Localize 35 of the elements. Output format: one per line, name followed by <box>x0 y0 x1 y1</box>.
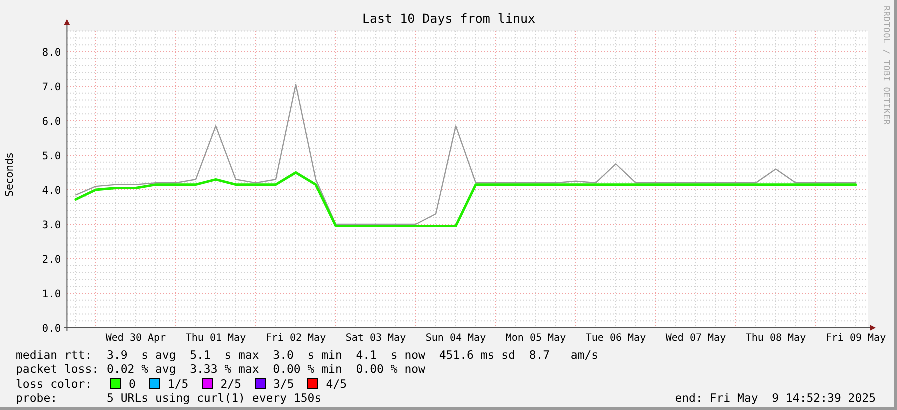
legend-label: loss color: <box>16 376 94 391</box>
y-tick-label: 6.0 <box>42 116 62 128</box>
x-tick-label: Sat 03 May <box>346 333 406 344</box>
end-time: end: Fri May 9 14:52:39 2025 <box>675 390 876 406</box>
x-tick-label: Wed 30 Apr <box>106 333 166 344</box>
x-tick-label: Fri 02 May <box>266 333 326 344</box>
y-tick-label: 4.0 <box>42 185 62 197</box>
legend-label: 1/5 <box>168 376 189 391</box>
legend-label: 4/5 <box>326 376 348 391</box>
credit-text: RRDTOOL / TOBI OETIKER <box>881 6 891 126</box>
legend-label: packet loss: <box>16 362 100 377</box>
y-tick-label: 3.0 <box>42 220 62 232</box>
legend-label: 2/5 <box>220 376 242 391</box>
legend-label: 0 <box>129 376 136 391</box>
legend-label: probe: <box>16 390 59 406</box>
x-tick-label: Fri 09 May <box>826 333 886 344</box>
chart-title: Last 10 Days from linux <box>362 12 536 26</box>
x-tick-label: Tue 06 May <box>586 333 646 344</box>
y-tick-label: 1.0 <box>42 288 62 300</box>
y-tick-label: 7.0 <box>42 82 62 94</box>
y-tick-label: 5.0 <box>42 150 62 162</box>
x-tick-label: Thu 01 May <box>186 333 246 344</box>
legend-label: median rtt: <box>16 348 94 362</box>
legend-values: 0.02 % avg 3.33 % max 0.00 % min 0.00 % now <box>107 362 426 377</box>
x-tick-label: Mon 05 May <box>506 333 566 344</box>
x-tick-label: Wed 07 May <box>666 333 726 344</box>
legend-values: 5 URLs using curl(1) every 150s <box>107 390 322 406</box>
y-tick-label: 2.0 <box>42 254 62 266</box>
y-axis-title: Seconds <box>3 152 17 198</box>
legend-label: 3/5 <box>274 376 294 391</box>
legend-values: 3.9 s avg 5.1 s max 3.0 s min 4.1 s now 451.6 ms sd 8.7 am/s <box>107 348 599 362</box>
x-tick-label: Thu 08 May <box>746 333 806 344</box>
x-tick-label: Sun 04 May <box>426 333 486 344</box>
y-tick-label: 0.0 <box>42 323 62 335</box>
y-tick-label: 8.0 <box>42 47 62 59</box>
